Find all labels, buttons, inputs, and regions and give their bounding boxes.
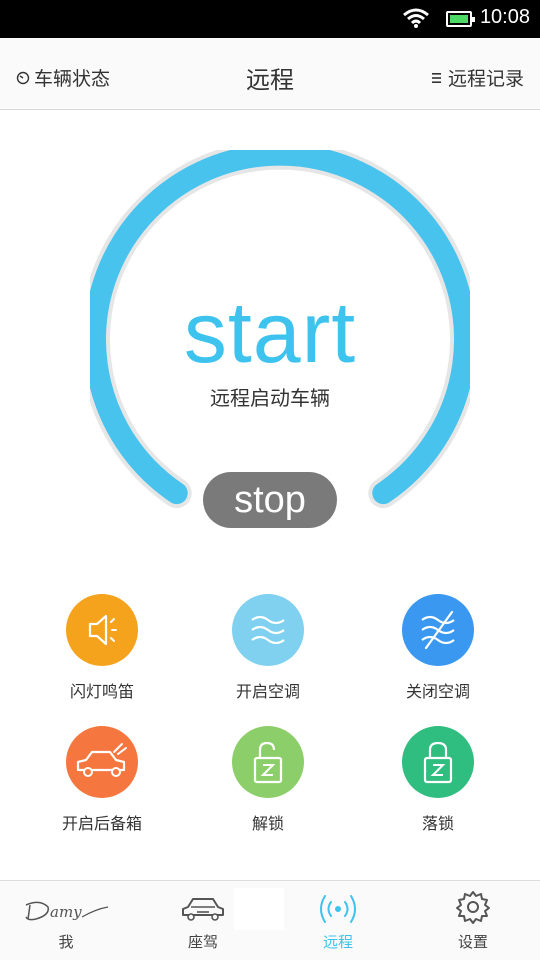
- remote-signal-icon: [320, 895, 356, 923]
- tab-settings-label: 设置: [457, 933, 488, 951]
- horn-icon: [66, 594, 138, 666]
- nav-bar: 车辆状态 远程 远程记录: [0, 38, 540, 110]
- ac-on-button[interactable]: 开启空调: [183, 594, 353, 702]
- stop-button[interactable]: stop: [203, 472, 337, 528]
- wifi-icon: [403, 8, 429, 28]
- unlock-label: 解锁: [251, 814, 284, 833]
- lock-label: 落锁: [421, 814, 454, 833]
- tab-settings[interactable]: 设置: [423, 881, 523, 960]
- ac-on-icon: [232, 594, 304, 666]
- tab-me[interactable]: amy 我: [16, 881, 116, 960]
- lock-icon: [402, 726, 474, 798]
- list-icon: [431, 72, 441, 83]
- flash-horn-button[interactable]: 闪灯鸣笛: [17, 594, 187, 702]
- tab-me-label: 我: [58, 933, 74, 951]
- status-bar: 10:08: [0, 0, 540, 38]
- flash-horn-label: 闪灯鸣笛: [69, 682, 134, 701]
- ac-off-button[interactable]: 关闭空调: [353, 594, 523, 702]
- battery-icon: [446, 11, 475, 27]
- remote-history-label: 远程记录: [447, 68, 524, 90]
- start-subtitle: 远程启动车辆: [210, 386, 330, 410]
- blank-patch: [234, 888, 284, 930]
- tab-remote[interactable]: 远程: [288, 881, 388, 960]
- ac-on-label: 开启空调: [235, 682, 300, 701]
- gear-icon: [456, 891, 490, 924]
- damy-logo: amy: [25, 901, 109, 921]
- open-trunk-label: 开启后备箱: [61, 814, 142, 833]
- trunk-icon: [66, 726, 138, 798]
- open-trunk-button[interactable]: 开启后备箱: [17, 726, 187, 834]
- tab-vehicle-label: 座驾: [187, 933, 218, 951]
- unlock-icon: [232, 726, 304, 798]
- start-button[interactable]: start: [0, 290, 540, 376]
- remote-history-button[interactable]: 远程记录: [431, 64, 524, 91]
- tab-remote-label: 远程: [322, 933, 353, 951]
- ac-off-label: 关闭空调: [405, 682, 470, 701]
- car-icon: [182, 898, 224, 921]
- ac-off-icon: [402, 594, 474, 666]
- unlock-button[interactable]: 解锁: [183, 726, 353, 834]
- svg-text:amy: amy: [50, 903, 82, 921]
- lock-button[interactable]: 落锁: [353, 726, 523, 834]
- status-time: 10:08: [479, 6, 530, 28]
